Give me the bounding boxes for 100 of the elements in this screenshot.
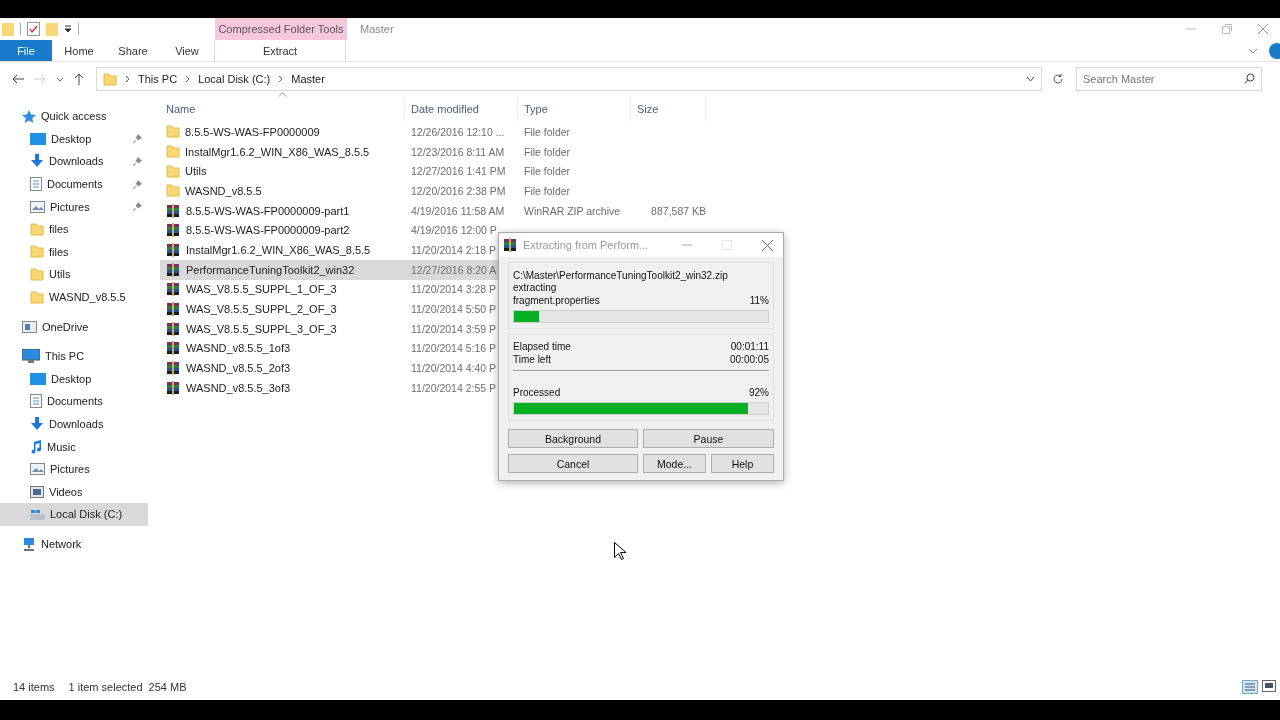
sidebar-item[interactable]: files [0, 217, 148, 241]
pin-icon[interactable] [133, 202, 142, 212]
breadcrumb[interactable]: Master [291, 73, 325, 85]
address-bar[interactable]: This PC Local Disk (C:) Master [96, 67, 1042, 91]
refresh-icon[interactable] [1052, 73, 1064, 85]
breadcrumb[interactable]: Local Disk (C:) [198, 73, 271, 85]
file-row[interactable]: InstalMgr1.6.2_WIN_X86_WAS_8.5.5 12/23/2016 8:11 AM File folder [160, 141, 633, 162]
sidebar-item[interactable]: Documents [0, 390, 148, 413]
search-icon[interactable] [1244, 73, 1255, 84]
file-row[interactable]: WASND_v8.5.5 12/20/2016 2:38 PM File folder [160, 181, 633, 201]
folder-icon [166, 164, 180, 178]
sidebar-item[interactable]: Downloads [0, 412, 148, 436]
file-name: WASND_v8.5.5 [185, 184, 262, 197]
folder-icon [30, 290, 44, 304]
archive-icon [166, 262, 181, 277]
sidebar-item[interactable]: Downloads [0, 150, 148, 173]
sidebar-item[interactable]: Quick access [0, 105, 148, 128]
file-row[interactable]: WAS_V8.5.5_SUPPL_2_OF_3 11/20/2014 5:50 P [160, 299, 499, 319]
processed-percent: 92% [749, 387, 769, 399]
file-row[interactable]: WASND_v8.5.5_1of3 11/20/2014 5:16 P [160, 338, 499, 359]
sidebar-item[interactable]: Pictures [0, 457, 148, 481]
column-header[interactable]: Type [518, 96, 631, 122]
selection-size: 254 MB [148, 681, 187, 693]
sidebar-item[interactable]: OneDrive [0, 315, 148, 338]
search-field[interactable]: Search Master [1076, 67, 1262, 91]
file-row[interactable]: Utils 12/27/2016 1:41 PM File folder [160, 161, 633, 182]
date-modified: 11/20/2014 4:40 P [411, 362, 497, 375]
archive-icon [166, 321, 181, 336]
elapsed-label: Elapsed time [513, 341, 571, 353]
file-name: 8.5.5-WS-WAS-FP0000009-part2 [186, 224, 350, 237]
file-row[interactable]: 8.5.5-WS-WAS-FP0000009-part2 4/19/2016 12:00 P [160, 220, 499, 241]
sidebar-item[interactable]: WASND_v8.5.5 [0, 285, 148, 309]
checklist-icon[interactable] [27, 22, 40, 36]
chevron-down-icon[interactable] [56, 76, 64, 82]
dialog-button[interactable]: Help [711, 454, 774, 473]
sidebar-item[interactable]: Utils [0, 263, 148, 286]
sidebar-item[interactable]: Desktop [0, 127, 148, 151]
desktop-icon [30, 132, 46, 145]
chevron-down-icon[interactable] [1248, 47, 1258, 54]
file-row[interactable]: PerformanceTuningToolkit2_win32 12/27/2016 8:20 A [160, 259, 499, 280]
mouse-cursor-icon [614, 542, 626, 560]
sidebar-item[interactable]: files [0, 240, 148, 264]
sidebar-item[interactable]: Local Disk (C:) [0, 503, 148, 526]
file-row[interactable]: WAS_V8.5.5_SUPPL_3_OF_3 11/20/2014 3:59 P [160, 318, 499, 339]
column-header[interactable]: Date modified [405, 96, 518, 122]
column-header[interactable]: Size [631, 96, 706, 122]
dialog-button[interactable]: Pause [643, 429, 774, 448]
file-row[interactable]: InstalMgr1.6.2_WIN_X86_WAS_8.5.5 11/20/2014 2:18 P [160, 240, 499, 260]
date-modified: 12/23/2016 8:11 AM [411, 145, 505, 158]
dialog-button[interactable]: Background [508, 429, 638, 448]
date-modified: 11/20/2014 5:16 P [411, 342, 497, 355]
pin-icon[interactable] [133, 179, 142, 189]
ribbon-tab[interactable]: Extract [214, 40, 346, 61]
date-modified: 11/20/2014 5:50 P [411, 303, 497, 316]
date-modified: 11/20/2014 2:18 P [411, 243, 497, 256]
elapsed-time: 00:01:11 [730, 341, 769, 353]
file-size: 887,587 KB [651, 204, 706, 217]
file-row[interactable]: WAS_V8.5.5_SUPPL_1_OF_3 11/20/2014 3:28 P [160, 279, 499, 300]
file-type: File folder [524, 165, 571, 178]
file-row[interactable]: WASND_v8.5.5_3of3 11/20/2014 2:55 P [160, 377, 499, 398]
chevron-right-icon [185, 75, 191, 83]
date-modified: 12/27/2016 8:20 A [411, 263, 497, 276]
sidebar-item[interactable]: Pictures [0, 195, 148, 218]
sidebar-item[interactable]: Videos [0, 480, 148, 504]
download-arrow-icon [30, 417, 44, 431]
ribbon-tab[interactable]: File [0, 40, 52, 61]
sort-caret-icon [278, 92, 287, 97]
archive-icon [166, 223, 181, 238]
selection-count: 1 item selected [68, 681, 143, 693]
sidebar-item[interactable]: This PC [0, 344, 148, 368]
close-icon[interactable] [1258, 24, 1268, 34]
processed-label: Processed [513, 387, 561, 399]
large-icons-view-icon[interactable] [1262, 680, 1276, 692]
chevron-down-icon[interactable] [1026, 76, 1035, 82]
back-arrow-icon[interactable] [12, 74, 24, 84]
sidebar-item[interactable]: Music [0, 435, 148, 458]
dropdown-icon[interactable] [64, 25, 72, 33]
dialog-button[interactable]: Cancel [508, 454, 638, 473]
restore-icon[interactable] [1222, 24, 1232, 34]
up-arrow-icon[interactable] [74, 73, 84, 85]
close-icon[interactable] [762, 239, 773, 251]
sidebar-item[interactable]: Network [0, 532, 148, 556]
document-icon [30, 177, 42, 192]
file-type: File folder [524, 145, 571, 158]
file-row[interactable]: 8.5.5-WS-WAS-FP0000009 12/26/2016 12:10 ... File folder [160, 122, 633, 142]
date-modified: 12/27/2016 1:41 PM [411, 165, 506, 178]
pin-icon[interactable] [133, 157, 142, 166]
help-icon[interactable] [1268, 42, 1280, 59]
archive-icon [166, 361, 181, 376]
sidebar-item[interactable]: Documents [0, 172, 148, 196]
file-row[interactable]: WASND_v8.5.5_2of3 11/20/2014 4:40 P [160, 358, 499, 378]
file-row[interactable]: 8.5.5-WS-WAS-FP0000009-part1 4/19/2016 11:58 AM WinRAR ZIP archive 887,587 KB [160, 200, 708, 221]
file-name: WAS_V8.5.5_SUPPL_1_OF_3 [186, 283, 337, 296]
computer-icon [22, 349, 40, 364]
dialog-button[interactable]: Mode... [643, 454, 706, 473]
file-name: WAS_V8.5.5_SUPPL_3_OF_3 [186, 322, 337, 335]
pin-icon[interactable] [133, 134, 142, 144]
column-header[interactable]: Name [160, 96, 405, 122]
sidebar-item[interactable]: Desktop [0, 367, 148, 391]
breadcrumb[interactable]: This PC [138, 73, 178, 85]
